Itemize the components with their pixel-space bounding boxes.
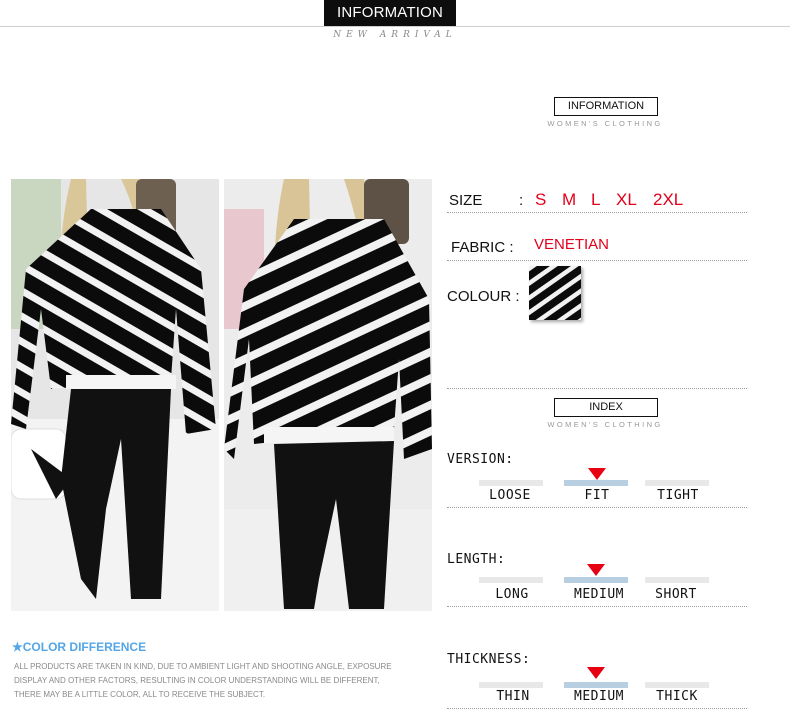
length-option-short: SHORT [655,587,697,602]
header-subtitle: NEW ARRIVAL [333,30,457,40]
length-marker-icon [587,564,605,576]
color-difference-line: DISPLAY AND OTHER FACTORS, RESULTING IN … [14,676,380,685]
colour-swatch[interactable] [529,266,581,320]
thickness-option-thin: THIN [496,689,530,704]
colour-divider [447,388,747,389]
version-bar-loose [479,480,543,486]
thickness-bar-thin [479,682,543,688]
length-bar-long [479,577,543,583]
product-photo-left [11,179,219,611]
fabric-divider [447,260,747,261]
size-option: L [591,190,601,209]
size-label: SIZE [449,192,483,209]
version-label: VERSION: [447,452,514,467]
fabric-label: FABRIC : [451,239,514,256]
version-marker-icon [588,468,606,480]
length-bar-medium [564,577,628,583]
thickness-bar-thick [645,682,709,688]
thickness-option-thick: THICK [656,689,698,704]
length-option-medium: MEDIUM [574,587,624,602]
header-title: INFORMATION [324,0,456,26]
size-separator: : [519,192,524,209]
thickness-label: THICKNESS: [447,652,531,667]
version-divider [447,507,747,508]
size-option: S [535,190,547,209]
thickness-option-medium: MEDIUM [574,689,624,704]
index-label: INDEX [554,398,658,417]
version-option-fit: FIT [584,488,610,503]
length-bar-short [645,577,709,583]
index-subtitle: WOMEN'S CLOTHING [547,420,663,429]
fabric-value: VENETIAN [534,236,610,253]
version-bar-fit [564,480,628,486]
colour-label: COLOUR : [447,288,520,305]
version-option-tight: TIGHT [657,488,699,503]
size-option: M [562,190,577,209]
color-difference-title: ★COLOR DIFFERENCE [12,640,147,654]
information-subtitle: WOMEN'S CLOTHING [547,119,663,128]
header-divider [0,26,790,27]
thickness-bar-medium [564,682,628,688]
length-divider [447,606,747,607]
length-label: LENGTH: [447,552,506,567]
size-divider [447,212,747,213]
size-option: 2XL [653,190,684,209]
thickness-divider [447,708,747,709]
product-photo-right [224,179,432,611]
information-label: INFORMATION [554,97,658,116]
length-option-long: LONG [495,587,529,602]
version-option-loose: LOOSE [489,488,531,503]
color-difference-line: ALL PRODUCTS ARE TAKEN IN KIND, DUE TO A… [14,662,392,671]
color-difference-line: THERE MAY BE A LITTLE COLOR, ALL TO RECE… [14,690,266,699]
thickness-marker-icon [587,667,605,679]
version-bar-tight [645,480,709,486]
size-option: XL [616,190,637,209]
